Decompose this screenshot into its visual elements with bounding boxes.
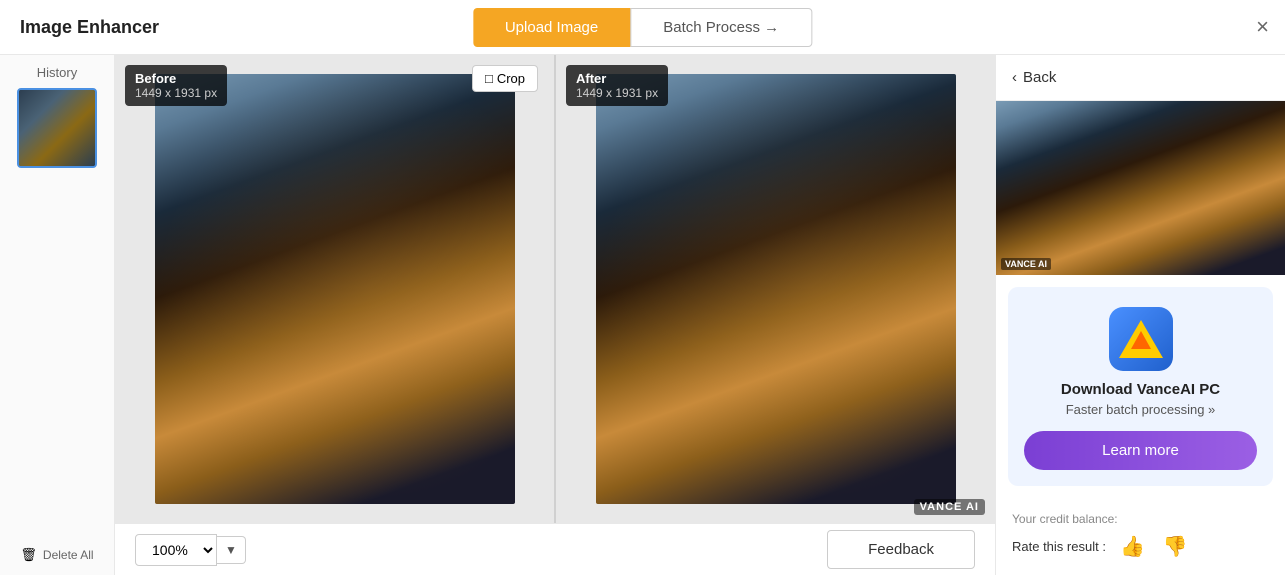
before-label: Before	[135, 71, 217, 86]
app-container: Image Enhancer Upload Image Batch Proces…	[0, 0, 1285, 575]
header-buttons: Upload Image Batch Process →	[473, 8, 812, 47]
close-button[interactable]: ×	[1256, 14, 1269, 40]
thumbs-down-button[interactable]: 👎	[1159, 532, 1192, 561]
history-thumbnail[interactable]	[17, 88, 97, 168]
sidebar: History 🗑 Delete All	[0, 55, 115, 575]
delete-all-label: Delete All	[43, 548, 94, 562]
after-label-box: After 1449 x 1931 px	[566, 65, 668, 106]
images-area: Before 1449 x 1931 px □ Crop After 1449 …	[115, 55, 995, 523]
delete-all-button[interactable]: 🗑 Delete All	[0, 537, 114, 575]
right-panel-preview: VANCE AI	[996, 101, 1285, 275]
crop-button[interactable]: □ Crop	[472, 65, 538, 92]
zoom-select[interactable]: 100% 50% 200%	[135, 534, 217, 566]
rate-label: Rate this result :	[1012, 539, 1106, 554]
before-label-box: Before 1449 x 1931 px	[125, 65, 227, 106]
history-label: History	[0, 55, 114, 88]
upload-image-button[interactable]: Upload Image	[473, 8, 630, 47]
bottom-section: Your credit balance: Rate this result : …	[996, 498, 1285, 575]
crop-icon: □	[485, 71, 493, 86]
after-label: After	[576, 71, 658, 86]
header: Image Enhancer Upload Image Batch Proces…	[0, 0, 1285, 55]
back-button[interactable]: ‹ Back	[996, 55, 1285, 101]
after-dimensions: 1449 x 1931 px	[576, 86, 658, 100]
ad-subtitle: Faster batch processing »	[1066, 402, 1216, 417]
app-title: Image Enhancer	[20, 17, 159, 38]
vance-watermark: VANCE AI	[914, 499, 985, 515]
before-dimensions: 1449 x 1931 px	[135, 86, 217, 100]
image-viewer: Before 1449 x 1931 px □ Crop After 1449 …	[115, 55, 995, 575]
zoom-control: 100% 50% 200% ▼	[135, 534, 246, 566]
preview-watermark: VANCE AI	[1001, 258, 1051, 270]
before-panel: Before 1449 x 1931 px □ Crop	[115, 55, 554, 523]
viewer-bottom-bar: 100% 50% 200% ▼ Feedback	[115, 523, 995, 575]
chevron-left-icon: ‹	[1012, 69, 1017, 86]
vanceai-app-icon	[1109, 307, 1173, 371]
before-image	[155, 74, 515, 504]
credit-label: Your credit balance:	[1012, 512, 1269, 526]
after-image	[596, 74, 956, 504]
learn-more-button[interactable]: Learn more	[1024, 431, 1257, 470]
back-label: Back	[1023, 69, 1056, 86]
thumbs-up-button[interactable]: 👍	[1116, 532, 1149, 561]
ad-title: Download VanceAI PC	[1061, 381, 1220, 398]
rate-row: Rate this result : 👍 👎	[1012, 532, 1269, 561]
after-panel: After 1449 x 1931 px VANCE AI	[556, 55, 995, 523]
batch-process-button[interactable]: Batch Process →	[630, 8, 812, 47]
right-panel: ‹ Back VANCE AI Download VanceAI PC Fast…	[995, 55, 1285, 575]
zoom-dropdown-button[interactable]: ▼	[217, 536, 246, 564]
ad-section: Download VanceAI PC Faster batch process…	[1008, 287, 1273, 486]
main-layout: History 🗑 Delete All Before 1449 x 1931 …	[0, 55, 1285, 575]
trash-icon: 🗑	[20, 547, 37, 563]
history-thumb-image	[19, 90, 95, 166]
feedback-button[interactable]: Feedback	[827, 530, 975, 569]
